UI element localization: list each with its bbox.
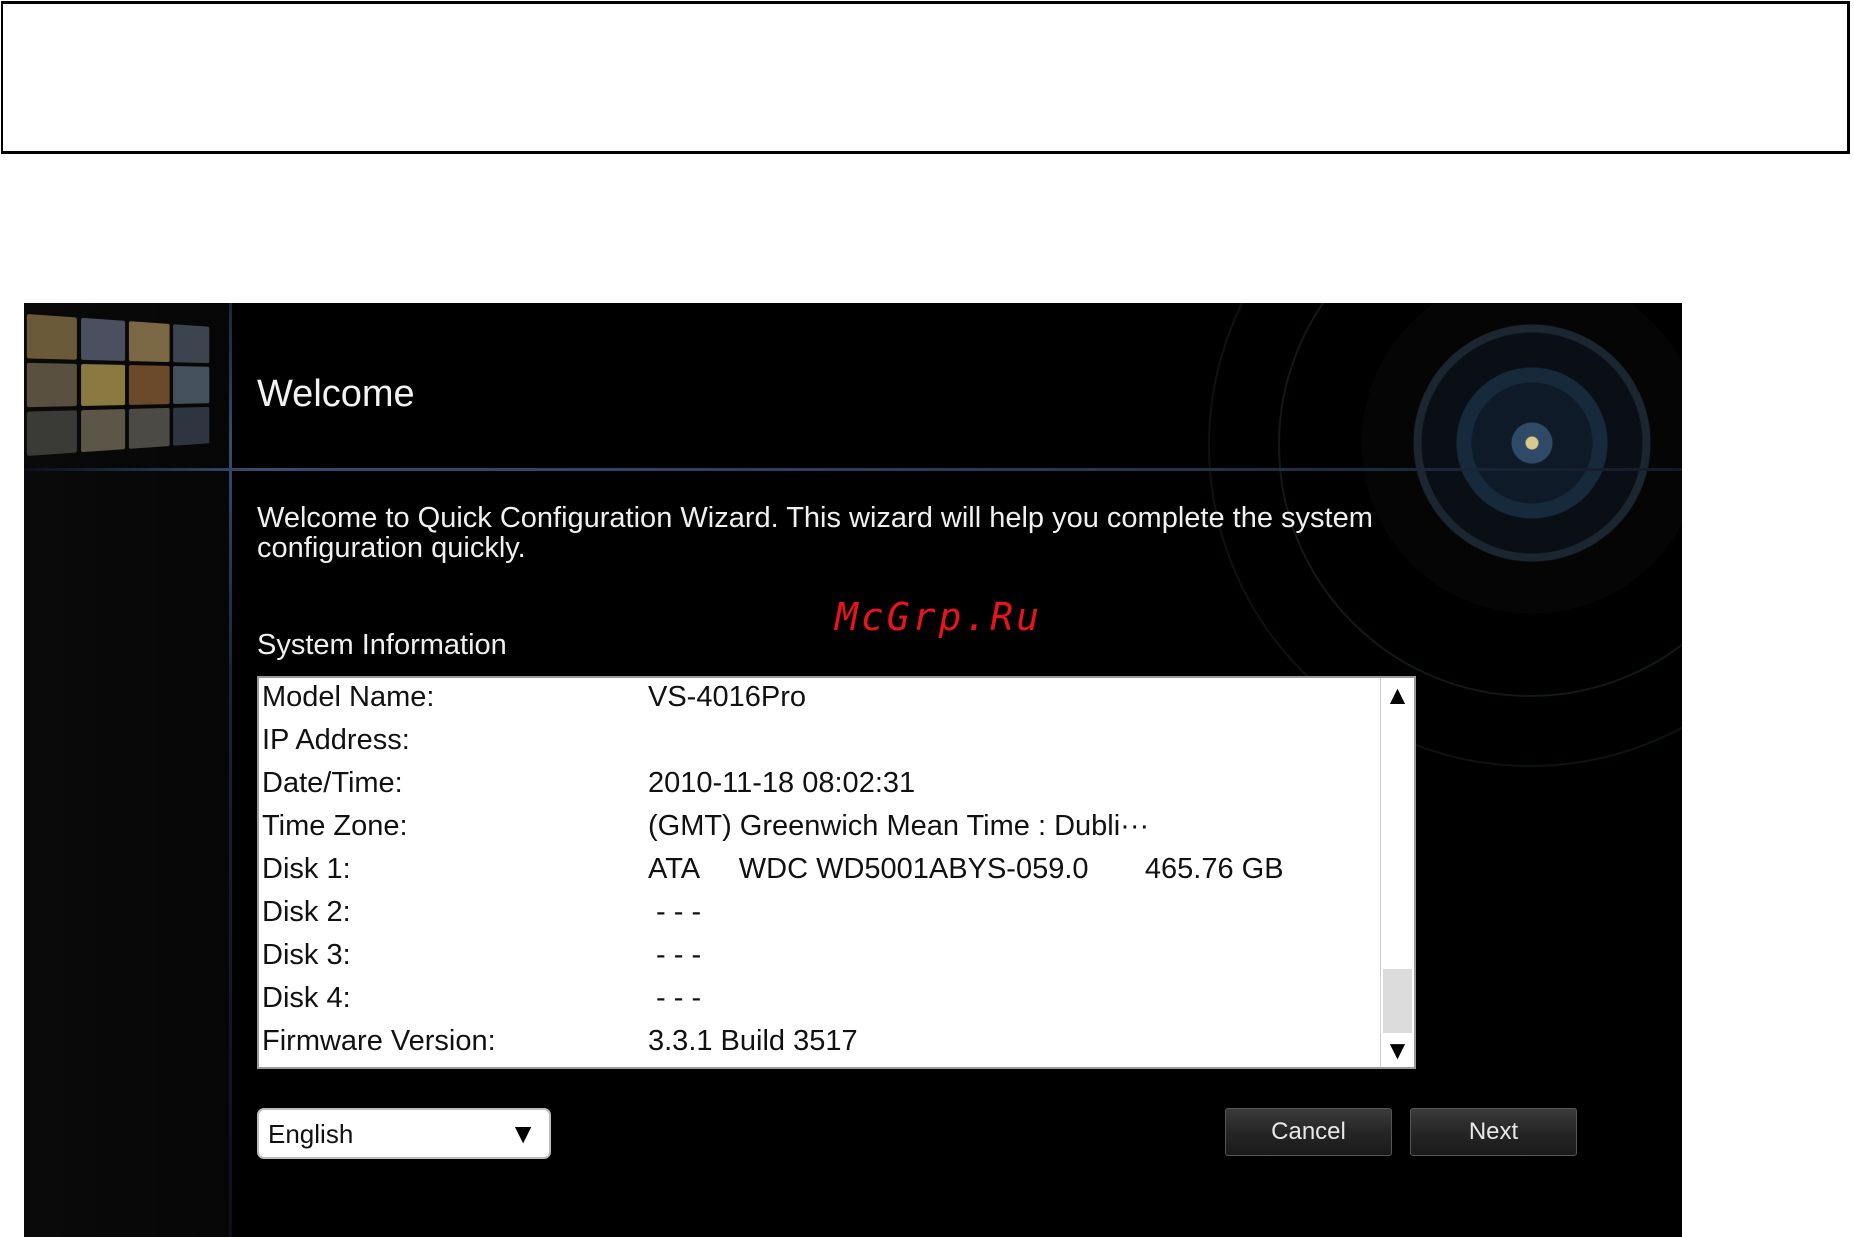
info-value: (GMT) Greenwich Mean Time : Dubli··· (648, 810, 1149, 843)
info-value: 2010-11-18 08:02:31 (648, 767, 915, 800)
page-title: Welcome (257, 373, 415, 416)
dropdown-arrow-icon[interactable]: ▼ (509, 1118, 537, 1150)
scroll-thumb[interactable] (1383, 714, 1412, 969)
info-label: Model Name: (262, 681, 434, 714)
info-label: Disk 1: (262, 853, 351, 886)
info-label: Date/Time: (262, 767, 403, 800)
watermark-text: McGrp.Ru (835, 595, 1042, 639)
info-label: IP Address: (262, 724, 410, 757)
info-value: 3.3.1 Build 3517 (648, 1025, 858, 1058)
info-value: - - - (648, 939, 701, 972)
wizard-window: Welcome Welcome to Quick Configuration W… (24, 303, 1682, 1237)
next-button[interactable]: Next (1410, 1108, 1577, 1156)
info-value: ATA WDC WD5001ABYS-059.0 465.76 GB (648, 853, 1284, 886)
language-select-value: English (268, 1119, 353, 1150)
info-value: VS-4016Pro (648, 681, 806, 714)
cancel-button[interactable]: Cancel (1225, 1108, 1392, 1156)
info-scrollbar[interactable]: ▲ ▼ (1380, 678, 1414, 1067)
camera-thumbnails-graphic (27, 314, 209, 456)
info-value: - - - (648, 982, 701, 1015)
vertical-divider (229, 303, 232, 1237)
scroll-up-arrow-icon[interactable]: ▲ (1381, 680, 1414, 710)
info-label: Disk 4: (262, 982, 351, 1015)
scroll-track[interactable] (1383, 969, 1412, 1033)
info-label: Time Zone: (262, 810, 408, 843)
horizontal-divider (24, 468, 1682, 471)
intro-text: Welcome to Quick Configuration Wizard. T… (257, 503, 1497, 563)
info-rows: Model Name: VS-4016Pro IP Address: Date/… (259, 678, 1380, 1067)
language-select[interactable]: English ▼ (257, 1108, 551, 1159)
system-information-list[interactable]: Model Name: VS-4016Pro IP Address: Date/… (257, 676, 1416, 1069)
info-value: - - - (648, 896, 701, 929)
top-frame-box (1, 1, 1850, 154)
info-label: Disk 2: (262, 896, 351, 929)
scroll-down-arrow-icon[interactable]: ▼ (1381, 1035, 1414, 1065)
info-label: Disk 3: (262, 939, 351, 972)
system-information-heading: System Information (257, 629, 507, 662)
info-label: Firmware Version: (262, 1025, 496, 1058)
